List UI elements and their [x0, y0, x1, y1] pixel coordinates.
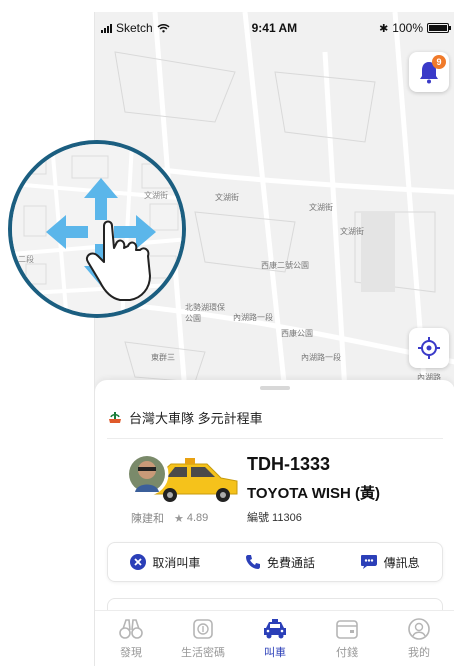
binoculars-icon: [119, 618, 143, 639]
tab-label: 叫車: [264, 646, 286, 659]
chat-bubble-icon: [360, 555, 377, 569]
battery-percent: 100%: [392, 21, 423, 35]
status-bar: Sketch 9:41 AM ✱ 100%: [95, 12, 454, 44]
user-icon: [408, 617, 430, 640]
map-label-8: 內湖路一段: [301, 353, 341, 362]
cancel-icon: [130, 554, 147, 570]
cancel-ride-button[interactable]: 取消叫車: [130, 554, 200, 571]
signal-icon: [101, 23, 112, 33]
tab-label: 發現: [120, 646, 142, 659]
divider: [107, 438, 443, 439]
car-model: TOYOTA WISH (黃): [247, 485, 381, 502]
battery-icon: [427, 23, 451, 33]
carrier-label: Sketch: [116, 21, 153, 35]
map-label-5: 東群三: [151, 353, 175, 362]
tab-label: 付錢: [336, 646, 358, 659]
magnifier-label-1: 二段: [18, 254, 34, 264]
tab-call-taxi[interactable]: 叫車: [239, 611, 311, 666]
driver-info: 陳建和 ★ 4.89: [131, 510, 208, 526]
map-label-1: 文湖街: [309, 203, 333, 212]
license-plate: TDH-1333: [247, 454, 331, 474]
locate-me-button[interactable]: [409, 328, 449, 368]
tab-label: 我的: [408, 646, 430, 659]
company-row: 台灣大車隊 多元計程車: [107, 408, 263, 427]
ride-info-sheet: 台灣大車隊 多元計程車 陳建和 ★ 4.89 TDH-1333 TOYOTA W…: [95, 380, 454, 612]
free-call-label: 免費通話: [266, 555, 315, 570]
tab-label: 生活密碼: [181, 646, 225, 659]
notification-badge: 9: [432, 55, 446, 69]
tab-pay[interactable]: 付錢: [311, 611, 383, 666]
app-stage: 文湖街 二段 文湖街 文湖街 西康二號公園 文湖街 北勢湖環保公園 東群三 西康…: [0, 0, 454, 666]
send-message-label: 傳訊息: [383, 555, 420, 570]
map-label-7: 內湖路一段: [233, 313, 273, 322]
company-name: 台灣大車隊 多元計程車: [129, 411, 263, 426]
tab-me[interactable]: 我的: [383, 611, 454, 666]
coin-icon: [193, 618, 213, 639]
driver-name: 陳建和: [131, 513, 164, 525]
tab-discover[interactable]: 發現: [95, 611, 167, 666]
map-label-4: 北勢湖環保公園: [185, 303, 225, 323]
company-logo-icon: [109, 411, 121, 423]
tab-life-code[interactable]: 生活密碼: [167, 611, 239, 666]
phone-screen: 文湖街 文湖街 西康二號公園 文湖街 北勢湖環保公園 東群三 西康公園 內湖路一…: [94, 12, 454, 666]
avatar: [125, 452, 169, 496]
magnified-map: 文湖街 二段: [12, 144, 182, 314]
map-gesture-magnifier: 文湖街 二段: [8, 140, 186, 318]
wallet-icon: [336, 619, 358, 639]
sheet-grabber[interactable]: [260, 386, 290, 390]
star-icon: ★: [174, 512, 184, 525]
wifi-icon: [157, 24, 170, 33]
cancel-ride-label: 取消叫車: [152, 555, 201, 570]
magnifier-label-0: 文湖街: [144, 190, 168, 200]
clock: 9:41 AM: [251, 21, 298, 35]
bluetooth-icon: ✱: [379, 22, 389, 35]
map-label-2: 西康二號公園: [261, 261, 309, 270]
notification-button[interactable]: 9: [409, 52, 449, 92]
map-label-0: 文湖街: [215, 193, 239, 202]
car-number: 編號 11306: [247, 512, 302, 524]
taxi-icon: [264, 618, 286, 638]
map-label-6: 西康公園: [281, 329, 313, 338]
ride-actions: 取消叫車 免費通話 傳訊息: [107, 542, 443, 582]
crosshair-icon: [418, 337, 440, 359]
free-call-button[interactable]: 免費通話: [245, 554, 315, 571]
bottom-tab-bar: 發現 生活密碼 叫車 付錢 我的: [95, 610, 454, 666]
send-message-button[interactable]: 傳訊息: [360, 554, 420, 571]
phone-icon: [245, 555, 260, 569]
driver-rating: 4.89: [186, 512, 209, 524]
driver-and-car-illustration: [125, 452, 238, 502]
map-label-3: 文湖街: [340, 227, 364, 236]
